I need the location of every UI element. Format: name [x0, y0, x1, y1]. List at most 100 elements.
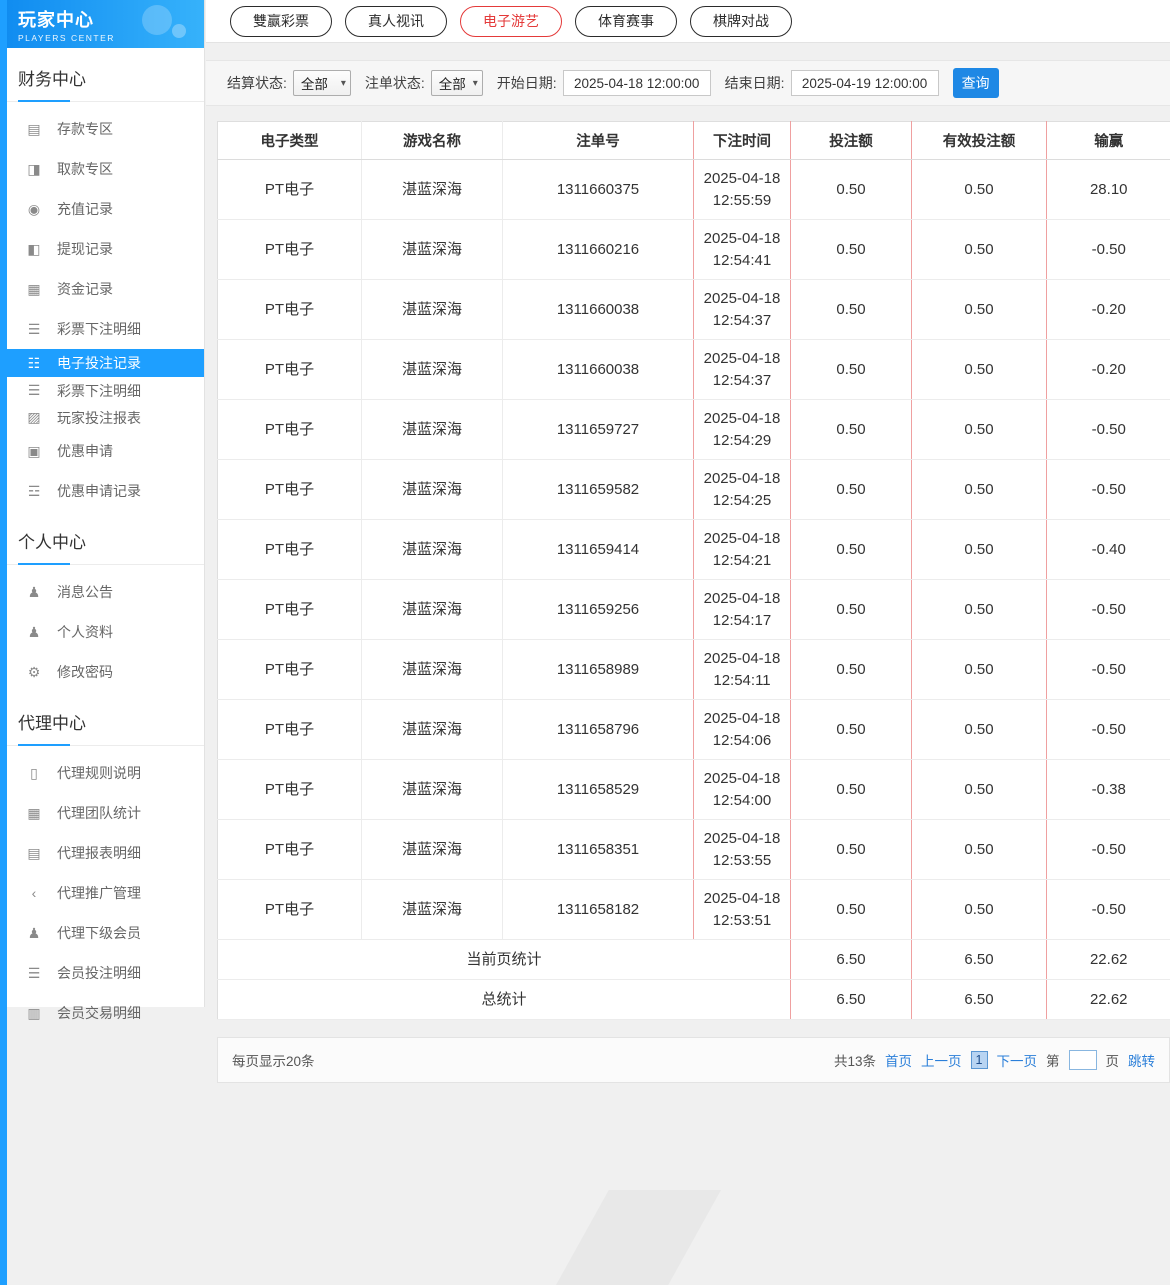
sidebar-item-label: 取款专区	[57, 159, 113, 179]
table-cell: 1311660038	[503, 280, 694, 340]
table-cell: 湛蓝深海	[362, 460, 503, 520]
end-date-label: 结束日期:	[725, 73, 785, 93]
table-cell: 1311658351	[503, 820, 694, 880]
chevron-down-icon: ▾	[341, 78, 346, 89]
end-date-input[interactable]	[791, 70, 939, 96]
column-header: 输赢	[1047, 122, 1170, 160]
column-header: 游戏名称	[362, 122, 503, 160]
table-cell: -0.20	[1047, 280, 1170, 340]
next-page-link[interactable]: 下一页	[997, 1050, 1038, 1070]
sidebar-item-change-password[interactable]: ⚙修改密码	[0, 652, 204, 692]
sidebar-item-announcements[interactable]: ♟消息公告	[0, 572, 204, 612]
table-cell: 0.50	[912, 520, 1047, 580]
order-status-select[interactable]: 全部 ▾	[431, 70, 483, 96]
sidebar-item-withdraw-zone[interactable]: ◨取款专区	[0, 149, 204, 189]
tab-board[interactable]: 棋牌对战	[690, 6, 792, 37]
table-cell: -0.50	[1047, 460, 1170, 520]
table-row: PT电子湛蓝深海13116587962025-04-1812:54:060.50…	[218, 700, 1170, 760]
summary-value: 22.62	[1047, 980, 1170, 1020]
sidebar-item-player-bet-report[interactable]: ▨玩家投注报表	[0, 404, 204, 431]
sidebar-item-label: 代理团队统计	[57, 803, 141, 823]
table-cell: -0.20	[1047, 340, 1170, 400]
table-cell: 湛蓝深海	[362, 640, 503, 700]
tab-electronic[interactable]: 电子游艺	[460, 6, 562, 37]
table-cell: 0.50	[791, 880, 912, 940]
settle-status-value: 全部	[301, 73, 328, 93]
document-icon: ▯	[26, 765, 42, 782]
sidebar-item-label: 存款专区	[57, 119, 113, 139]
table-cell: PT电子	[218, 160, 362, 220]
tab-sports[interactable]: 体育赛事	[575, 6, 677, 37]
section-header: 代理中心	[0, 696, 204, 746]
section-header: 个人中心	[0, 515, 204, 565]
table-cell: 2025-04-1812:54:00	[694, 760, 791, 820]
sidebar-item-agent-team-stats[interactable]: ▦ 代理团队统计	[0, 793, 204, 833]
column-header: 电子类型	[218, 122, 362, 160]
sidebar-item-lottery-bet-details-2[interactable]: ☰ 彩票下注明细	[0, 377, 204, 404]
sidebar-item-label: 代理报表明细	[57, 843, 141, 863]
section-header: 财务中心	[0, 52, 204, 102]
sidebar-item-label: 彩票下注明细	[57, 319, 141, 339]
query-button[interactable]: 查询	[953, 68, 999, 98]
table-row: PT电子湛蓝深海13116602162025-04-1812:54:410.50…	[218, 220, 1170, 280]
table-cell: 1311658989	[503, 640, 694, 700]
sidebar-item-withdrawal-records[interactable]: ◧提现记录	[0, 229, 204, 269]
jump-link[interactable]: 跳转	[1128, 1050, 1155, 1070]
current-page[interactable]: 1	[971, 1051, 988, 1069]
table-cell: 2025-04-1812:54:17	[694, 580, 791, 640]
settle-status-select[interactable]: 全部 ▾	[293, 70, 351, 96]
sidebar-item-agent-sub-members[interactable]: ♟代理下级会员	[0, 913, 204, 953]
sidebar-item-lottery-bet-details[interactable]: ☰彩票下注明细	[0, 309, 204, 349]
table-cell: 0.50	[912, 760, 1047, 820]
sidebar-item-agent-report-details[interactable]: ▤代理报表明细	[0, 833, 204, 873]
table-cell: 0.50	[912, 220, 1047, 280]
settle-status-label: 结算状态:	[227, 73, 287, 93]
page-jump-input[interactable]	[1069, 1050, 1097, 1070]
sidebar-item-promo-apply[interactable]: ▣优惠申请	[0, 431, 204, 471]
summary-row: 当前页统计6.506.5022.62	[218, 940, 1170, 980]
sidebar-item-agent-rules[interactable]: ▯代理规则说明	[0, 753, 204, 793]
table-cell: 湛蓝深海	[362, 340, 503, 400]
promo-record-icon: ☲	[26, 483, 42, 500]
table-cell: PT电子	[218, 520, 362, 580]
table-cell: -0.38	[1047, 760, 1170, 820]
table-cell: 0.50	[791, 280, 912, 340]
sidebar-item-member-bet-details[interactable]: ☰会员投注明细	[0, 953, 204, 993]
sidebar-item-electronic-bet-records[interactable]: ☷电子投注记录	[0, 349, 204, 377]
table-cell: 0.50	[912, 700, 1047, 760]
team-stats-icon: ▦	[26, 805, 42, 822]
sidebar-item-label: 个人资料	[57, 622, 113, 642]
table-cell: 0.50	[791, 340, 912, 400]
tab-live[interactable]: 真人视讯	[345, 6, 447, 37]
summary-label: 当前页统计	[218, 940, 791, 980]
sidebar-item-recharge-records[interactable]: ◉充值记录	[0, 189, 204, 229]
table-cell: 0.50	[791, 760, 912, 820]
table-cell: 2025-04-1812:54:25	[694, 460, 791, 520]
sidebar-item-deposit-zone[interactable]: ▤存款专区	[0, 109, 204, 149]
sidebar-item-profile[interactable]: ♟个人资料	[0, 612, 204, 652]
filter-bar: 结算状态: 全部 ▾ 注单状态: 全部 ▾ 开始日期: 结束日期: 查询	[206, 60, 1170, 106]
start-date-input[interactable]	[563, 70, 711, 96]
tab-lottery[interactable]: 雙赢彩票	[230, 6, 332, 37]
sidebar-item-funds-records[interactable]: ▦资金记录	[0, 269, 204, 309]
sidebar-item-promo-apply-records[interactable]: ☲优惠申请记录	[0, 471, 204, 511]
category-tabbar: 雙赢彩票真人视讯电子游艺体育赛事棋牌对战	[206, 0, 1170, 43]
sidebar-item-member-trade-details[interactable]: ▥会员交易明细	[0, 993, 204, 1033]
table-cell: 0.50	[791, 220, 912, 280]
gear-icon: ⚙	[26, 664, 42, 681]
prev-page-link[interactable]: 上一页	[921, 1050, 962, 1070]
sidebar-item-label: 电子投注记录	[57, 353, 141, 373]
table-cell: 0.50	[791, 700, 912, 760]
table-cell: 1311658182	[503, 880, 694, 940]
sidebar-item-agent-promotion[interactable]: ‹代理推广管理	[0, 873, 204, 913]
lottery-bet-icon: ☰	[26, 382, 42, 399]
table-cell: PT电子	[218, 880, 362, 940]
decor-bubble-icon	[142, 5, 172, 35]
summary-value: 6.50	[912, 940, 1047, 980]
first-page-link[interactable]: 首页	[885, 1050, 912, 1070]
page-size-text: 每页显示20条	[232, 1050, 315, 1070]
sidebar-item-label: 彩票下注明细	[57, 381, 141, 401]
table-cell: PT电子	[218, 220, 362, 280]
table-cell: 0.50	[912, 580, 1047, 640]
jump-prefix-label: 第	[1046, 1050, 1060, 1070]
